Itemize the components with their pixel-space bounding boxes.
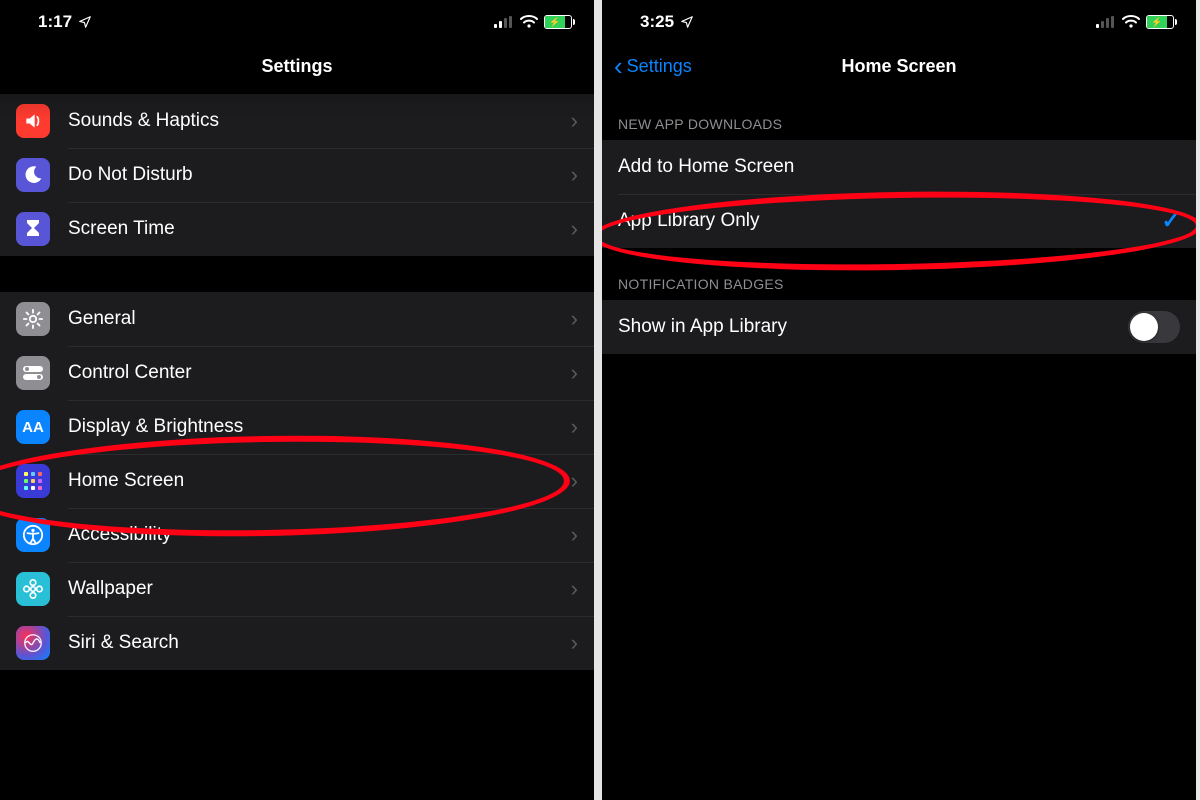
row-accessibility[interactable]: Accessibility › <box>0 508 594 562</box>
nav-bar: Settings <box>0 44 594 88</box>
back-label: Settings <box>627 56 692 77</box>
toggle-show-in-app-library[interactable] <box>1128 311 1180 343</box>
row-label: General <box>68 308 571 330</box>
wifi-icon <box>1122 15 1140 29</box>
row-label: Show in App Library <box>618 316 1128 338</box>
chevron-right-icon: › <box>571 468 578 494</box>
chevron-right-icon: › <box>571 414 578 440</box>
sounds-icon <box>16 104 50 138</box>
chevron-right-icon: › <box>571 306 578 332</box>
cellular-signal-icon <box>1096 16 1116 28</box>
gear-icon <box>16 302 50 336</box>
chevron-right-icon: › <box>571 522 578 548</box>
chevron-right-icon: › <box>571 162 578 188</box>
settings-list[interactable]: Sounds & Haptics › Do Not Disturb › Scre… <box>0 94 594 670</box>
status-time: 1:17 <box>38 12 72 32</box>
back-button[interactable]: ‹ Settings <box>614 44 692 88</box>
row-label: Sounds & Haptics <box>68 110 571 132</box>
text-size-icon: AA <box>16 410 50 444</box>
row-screen-time[interactable]: Screen Time › <box>0 202 594 256</box>
row-label: Wallpaper <box>68 578 571 600</box>
page-title: Home Screen <box>841 56 956 77</box>
siri-icon <box>16 626 50 660</box>
row-app-library-only[interactable]: App Library Only ✓ <box>602 194 1196 248</box>
row-label: Display & Brightness <box>68 416 571 438</box>
battery-icon: ⚡ <box>1146 15 1174 29</box>
location-arrow-icon <box>680 15 694 29</box>
toggle-knob <box>1130 313 1158 341</box>
section-header-new-app-downloads: NEW APP DOWNLOADS <box>602 88 1196 140</box>
screenshot-home-screen-settings: 3:25 ⚡ <box>598 0 1196 800</box>
row-label: Add to Home Screen <box>618 156 1180 178</box>
chevron-left-icon: ‹ <box>614 51 623 82</box>
row-label: Siri & Search <box>68 632 571 654</box>
row-siri-search[interactable]: Siri & Search › <box>0 616 594 670</box>
page-title: Settings <box>261 56 332 77</box>
row-label: Do Not Disturb <box>68 164 571 186</box>
chevron-right-icon: › <box>571 216 578 242</box>
status-bar: 3:25 ⚡ <box>602 0 1196 44</box>
settings-group-1: Sounds & Haptics › Do Not Disturb › Scre… <box>0 94 594 256</box>
chevron-right-icon: › <box>571 630 578 656</box>
status-bar: 1:17 ⚡ <box>0 0 594 44</box>
row-label: Control Center <box>68 362 571 384</box>
chevron-right-icon: › <box>571 360 578 386</box>
cellular-signal-icon <box>494 16 514 28</box>
row-label: Accessibility <box>68 524 571 546</box>
checkmark-icon: ✓ <box>1162 208 1180 234</box>
section-header-notification-badges: NOTIFICATION BADGES <box>602 248 1196 300</box>
row-home-screen[interactable]: Home Screen › <box>0 454 594 508</box>
wifi-icon <box>520 15 538 29</box>
section-separator <box>0 256 594 292</box>
row-general[interactable]: General › <box>0 292 594 346</box>
flower-icon <box>16 572 50 606</box>
row-wallpaper[interactable]: Wallpaper › <box>0 562 594 616</box>
chevron-right-icon: › <box>571 576 578 602</box>
row-label: Screen Time <box>68 218 571 240</box>
chevron-right-icon: › <box>571 108 578 134</box>
row-sounds-haptics[interactable]: Sounds & Haptics › <box>0 94 594 148</box>
group-new-app-downloads: Add to Home Screen App Library Only ✓ <box>602 140 1196 248</box>
battery-icon: ⚡ <box>544 15 572 29</box>
location-arrow-icon <box>78 15 92 29</box>
row-label: Home Screen <box>68 470 571 492</box>
row-label: App Library Only <box>618 210 1162 232</box>
row-display-brightness[interactable]: AA Display & Brightness › <box>0 400 594 454</box>
toggles-icon <box>16 356 50 390</box>
nav-bar: ‹ Settings Home Screen <box>602 44 1196 88</box>
row-control-center[interactable]: Control Center › <box>0 346 594 400</box>
screenshot-settings-list: 1:17 ⚡ <box>0 0 598 800</box>
accessibility-icon <box>16 518 50 552</box>
row-do-not-disturb[interactable]: Do Not Disturb › <box>0 148 594 202</box>
group-notification-badges: Show in App Library <box>602 300 1196 354</box>
status-time: 3:25 <box>640 12 674 32</box>
row-show-in-app-library[interactable]: Show in App Library <box>602 300 1196 354</box>
settings-group-2: General › Control Center › AA Display & … <box>0 292 594 670</box>
row-add-to-home-screen[interactable]: Add to Home Screen <box>602 140 1196 194</box>
moon-icon <box>16 158 50 192</box>
home-grid-icon <box>16 464 50 498</box>
hourglass-icon <box>16 212 50 246</box>
